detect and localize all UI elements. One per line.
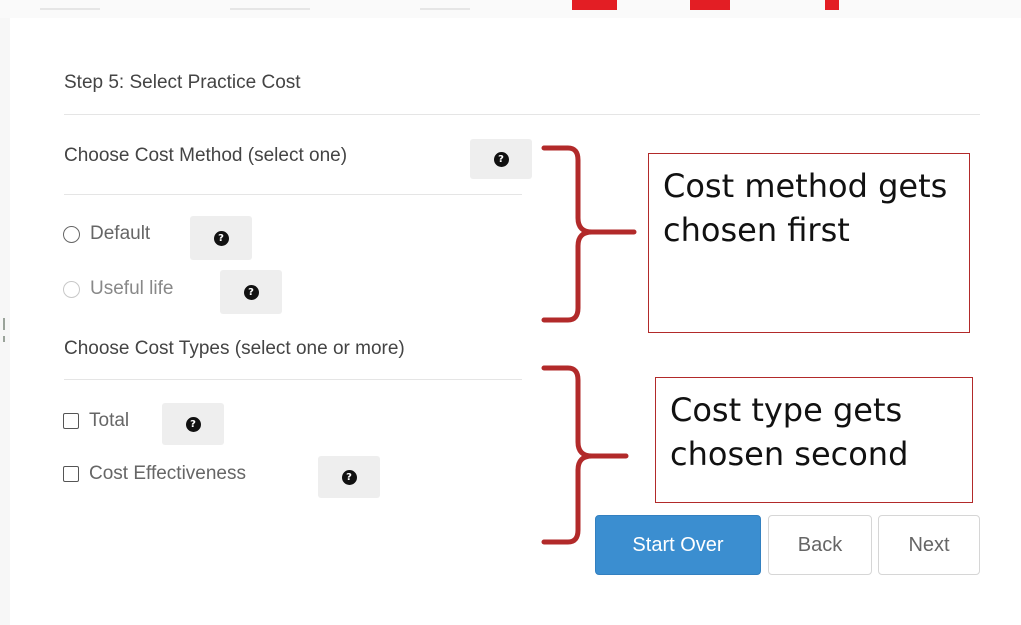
checkbox-option-total[interactable]: Total <box>63 410 129 432</box>
annotation-brace-type <box>541 365 629 545</box>
annotation-callout-method: Cost method gets chosen first <box>648 153 970 333</box>
radio-button[interactable] <box>63 225 80 243</box>
checkbox-label-total: Total <box>89 410 130 431</box>
question-circle-icon: ? <box>213 230 229 246</box>
back-button[interactable]: Back <box>768 515 872 575</box>
red-scribble-mark <box>572 0 617 10</box>
divider <box>64 379 522 380</box>
question-circle-icon: ? <box>185 416 201 432</box>
annotation-callout-type: Cost type gets chosen second <box>655 377 973 503</box>
checkbox[interactable] <box>63 466 79 482</box>
question-circle-icon: ? <box>341 469 357 485</box>
checkbox-option-cost-effectiveness[interactable]: Cost Effectiveness <box>63 463 246 485</box>
checkbox-label-cost-effectiveness: Cost Effectiveness <box>89 463 247 484</box>
next-button[interactable]: Next <box>878 515 980 575</box>
radio-label-default: Default <box>90 223 151 244</box>
radio-option-useful-life[interactable]: Useful life <box>63 278 173 300</box>
checkbox[interactable] <box>63 413 79 429</box>
radio-label-useful-life: Useful life <box>90 278 174 299</box>
annotation-brace-method <box>541 145 637 323</box>
question-circle-icon: ? <box>243 284 259 300</box>
step-title: Step 5: Select Practice Cost <box>64 72 301 93</box>
background-map-strip <box>0 0 1021 18</box>
divider <box>64 194 522 195</box>
total-help-button[interactable]: ? <box>162 403 224 445</box>
cost-effectiveness-help-button[interactable]: ? <box>318 456 380 498</box>
cost-method-title: Choose Cost Method (select one) <box>64 145 348 166</box>
cost-method-help-button[interactable]: ? <box>470 139 532 179</box>
radio-button-disabled[interactable] <box>63 280 80 298</box>
cost-types-title: Choose Cost Types (select one or more) <box>64 338 405 359</box>
radio-option-default[interactable]: Default <box>63 223 150 245</box>
background-map-edge <box>0 18 10 625</box>
question-circle-icon: ? <box>493 151 509 167</box>
useful-life-help-button[interactable]: ? <box>220 270 282 314</box>
divider <box>64 114 980 115</box>
default-help-button[interactable]: ? <box>190 216 252 260</box>
